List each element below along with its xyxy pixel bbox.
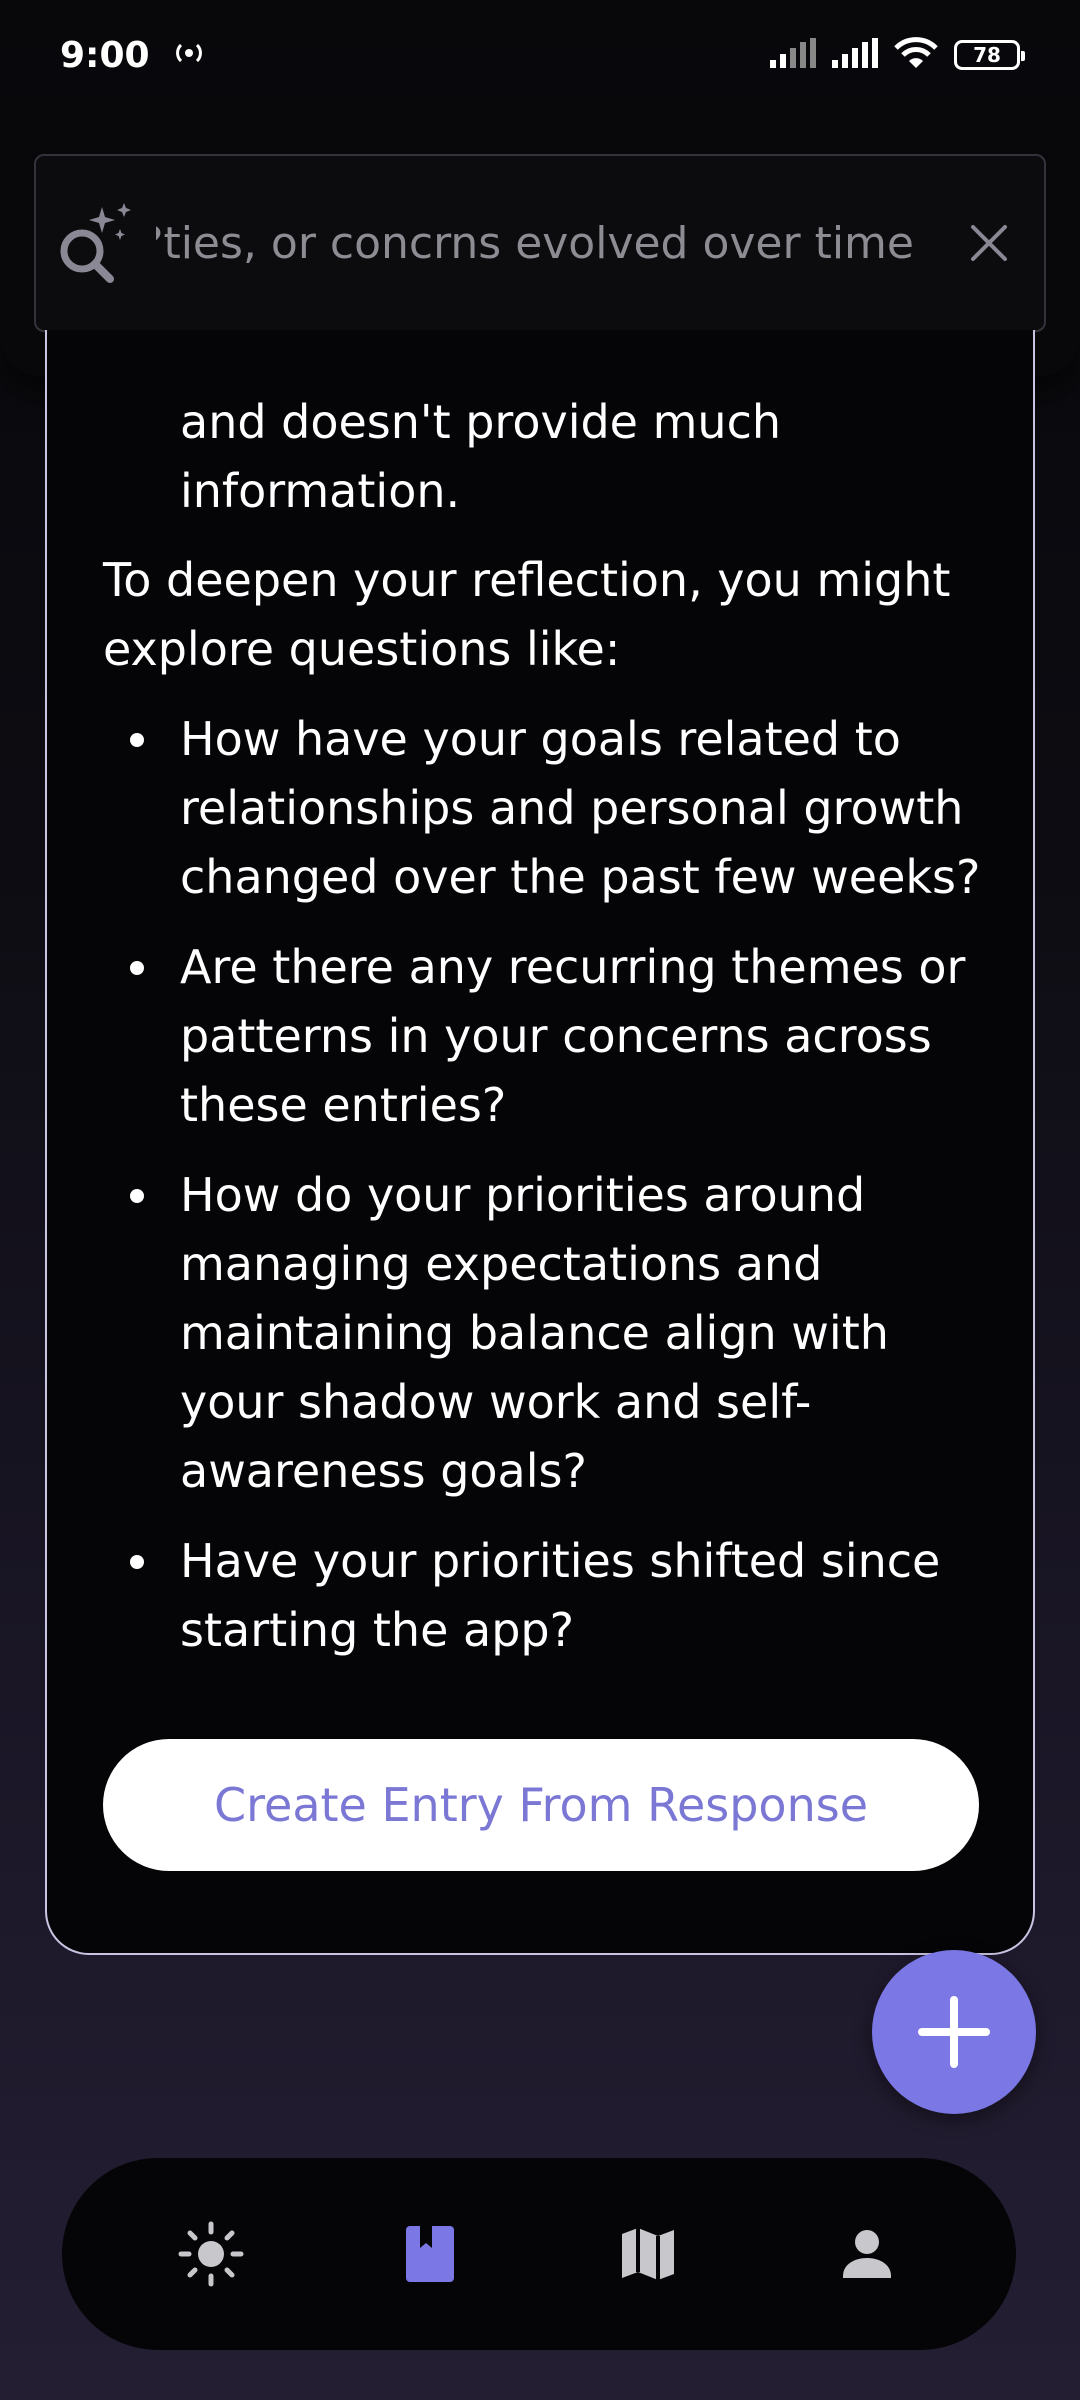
question-item: Are there any recurring themes or patter… xyxy=(103,933,983,1140)
wifi-icon xyxy=(894,36,938,74)
bullet-dot xyxy=(130,1189,144,1203)
clear-search-button[interactable] xyxy=(934,156,1044,330)
question-item: How have your goals related to relations… xyxy=(103,705,983,912)
close-icon xyxy=(971,225,1007,261)
create-entry-button[interactable]: Create Entry From Response xyxy=(103,1739,979,1871)
search-sparkle-icon xyxy=(36,156,156,330)
response-intro: To deepen your reflection, you might exp… xyxy=(103,553,951,676)
nav-item-map[interactable] xyxy=(588,2194,708,2314)
map-icon xyxy=(622,2228,675,2280)
journal-icon xyxy=(405,2226,454,2282)
nav-item-journal[interactable] xyxy=(370,2194,490,2314)
nav-item-profile[interactable] xyxy=(807,2194,927,2314)
battery-icon: 78 xyxy=(954,40,1025,70)
status-bar: 9:00 78 xyxy=(0,0,1080,110)
question-item: Have your priorities shifted since start… xyxy=(103,1527,983,1665)
add-entry-button[interactable] xyxy=(872,1950,1036,2114)
hotspot-icon xyxy=(172,40,206,70)
search-input[interactable]: ties, or concrns evolved over time? xyxy=(34,154,1046,332)
status-time: 9:00 xyxy=(60,34,150,76)
bullet-dot xyxy=(130,1555,144,1569)
bottom-nav xyxy=(62,2158,1016,2350)
plus-icon xyxy=(918,1996,990,2068)
nav-item-today[interactable] xyxy=(151,2194,271,2314)
question-item: How do your priorities around managing e… xyxy=(103,1161,983,1506)
response-continued-text: and doesn't provide much information. xyxy=(180,395,782,518)
signal-icon xyxy=(770,38,816,72)
response-card: and doesn't provide much information. To… xyxy=(45,330,1035,1955)
bullet-dot xyxy=(130,733,144,747)
profile-icon xyxy=(842,2230,891,2278)
signal-icon-2 xyxy=(832,38,878,72)
question-list: How have your goals related to relations… xyxy=(103,705,983,1665)
search-query: ties, or concrns evolved over time? xyxy=(156,217,914,269)
sun-icon xyxy=(178,2221,244,2287)
response-content: and doesn't provide much information. To… xyxy=(103,388,983,1686)
bullet-dot xyxy=(130,961,144,975)
